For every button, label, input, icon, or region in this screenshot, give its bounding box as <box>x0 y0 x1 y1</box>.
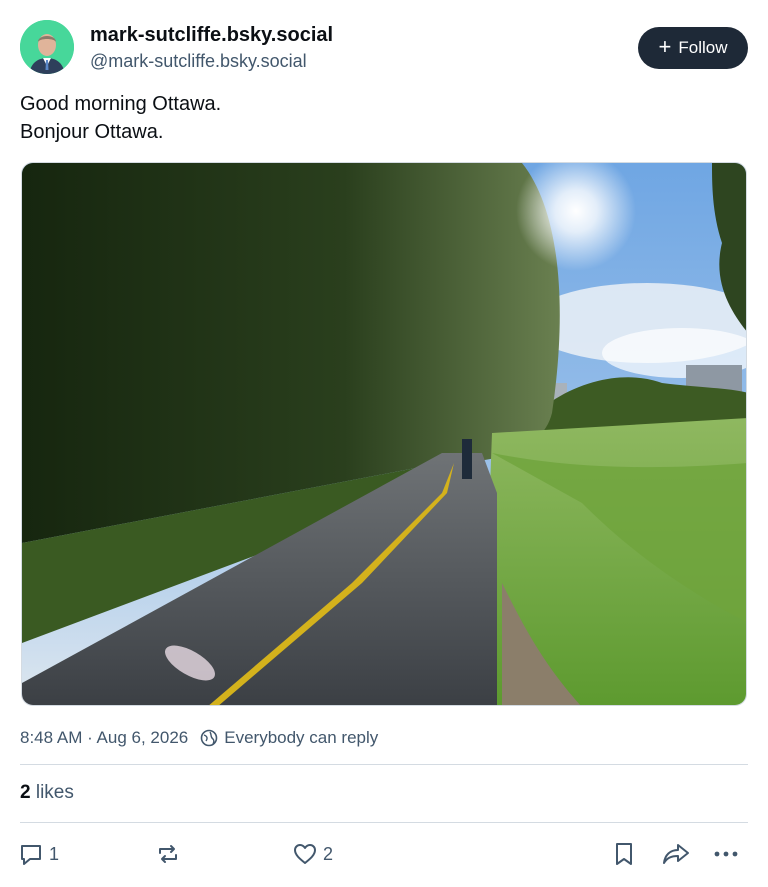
ellipsis-icon <box>714 851 738 857</box>
reply-setting: Everybody can reply <box>224 728 379 747</box>
post-actions: 1 2 <box>18 838 750 870</box>
divider <box>20 822 748 823</box>
reply-count: 1 <box>49 843 60 864</box>
post-text: Good morning Ottawa. Bonjour Ottawa. <box>20 90 221 146</box>
likes-summary[interactable]: 2 likes <box>20 782 74 804</box>
repost-icon <box>159 845 177 863</box>
repost-button[interactable] <box>155 838 186 870</box>
reply-button[interactable]: 1 <box>18 838 59 870</box>
plus-icon: + <box>658 34 672 59</box>
person-avatar-icon <box>20 20 74 74</box>
like-button[interactable]: 2 <box>292 838 333 870</box>
post-timestamp[interactable]: 8:48 AM · Aug 6, 2026 <box>20 728 188 748</box>
heart-icon <box>294 844 316 864</box>
likes-count: 2 <box>20 782 31 803</box>
bookmark-icon <box>616 843 632 865</box>
like-count: 2 <box>323 843 334 864</box>
follow-label: Follow <box>678 38 728 57</box>
post-meta: 8:48 AM · Aug 6, 2026 Everybody can repl… <box>20 728 378 748</box>
author-avatar[interactable] <box>20 20 74 74</box>
post-header: mark-sutcliffe.bsky.social @mark-sutclif… <box>20 20 748 74</box>
bookmark-button[interactable] <box>611 838 637 870</box>
share-button[interactable] <box>661 838 691 870</box>
author-handle[interactable]: @mark-sutcliffe.bsky.social <box>90 49 333 73</box>
post-image[interactable] <box>21 162 747 706</box>
reply-icon <box>21 845 41 865</box>
photo-bike-path-icon <box>22 163 746 705</box>
post-text-line: Good morning Ottawa. <box>20 93 222 115</box>
follow-button[interactable]: + Follow <box>638 27 748 69</box>
likes-label: likes <box>35 782 74 803</box>
globe-icon <box>200 729 218 747</box>
more-options-button[interactable] <box>712 838 740 870</box>
post-text-line: Bonjour Ottawa. <box>20 121 164 143</box>
author-display-name[interactable]: mark-sutcliffe.bsky.social <box>90 23 333 47</box>
share-icon <box>663 844 689 864</box>
divider <box>20 764 748 765</box>
